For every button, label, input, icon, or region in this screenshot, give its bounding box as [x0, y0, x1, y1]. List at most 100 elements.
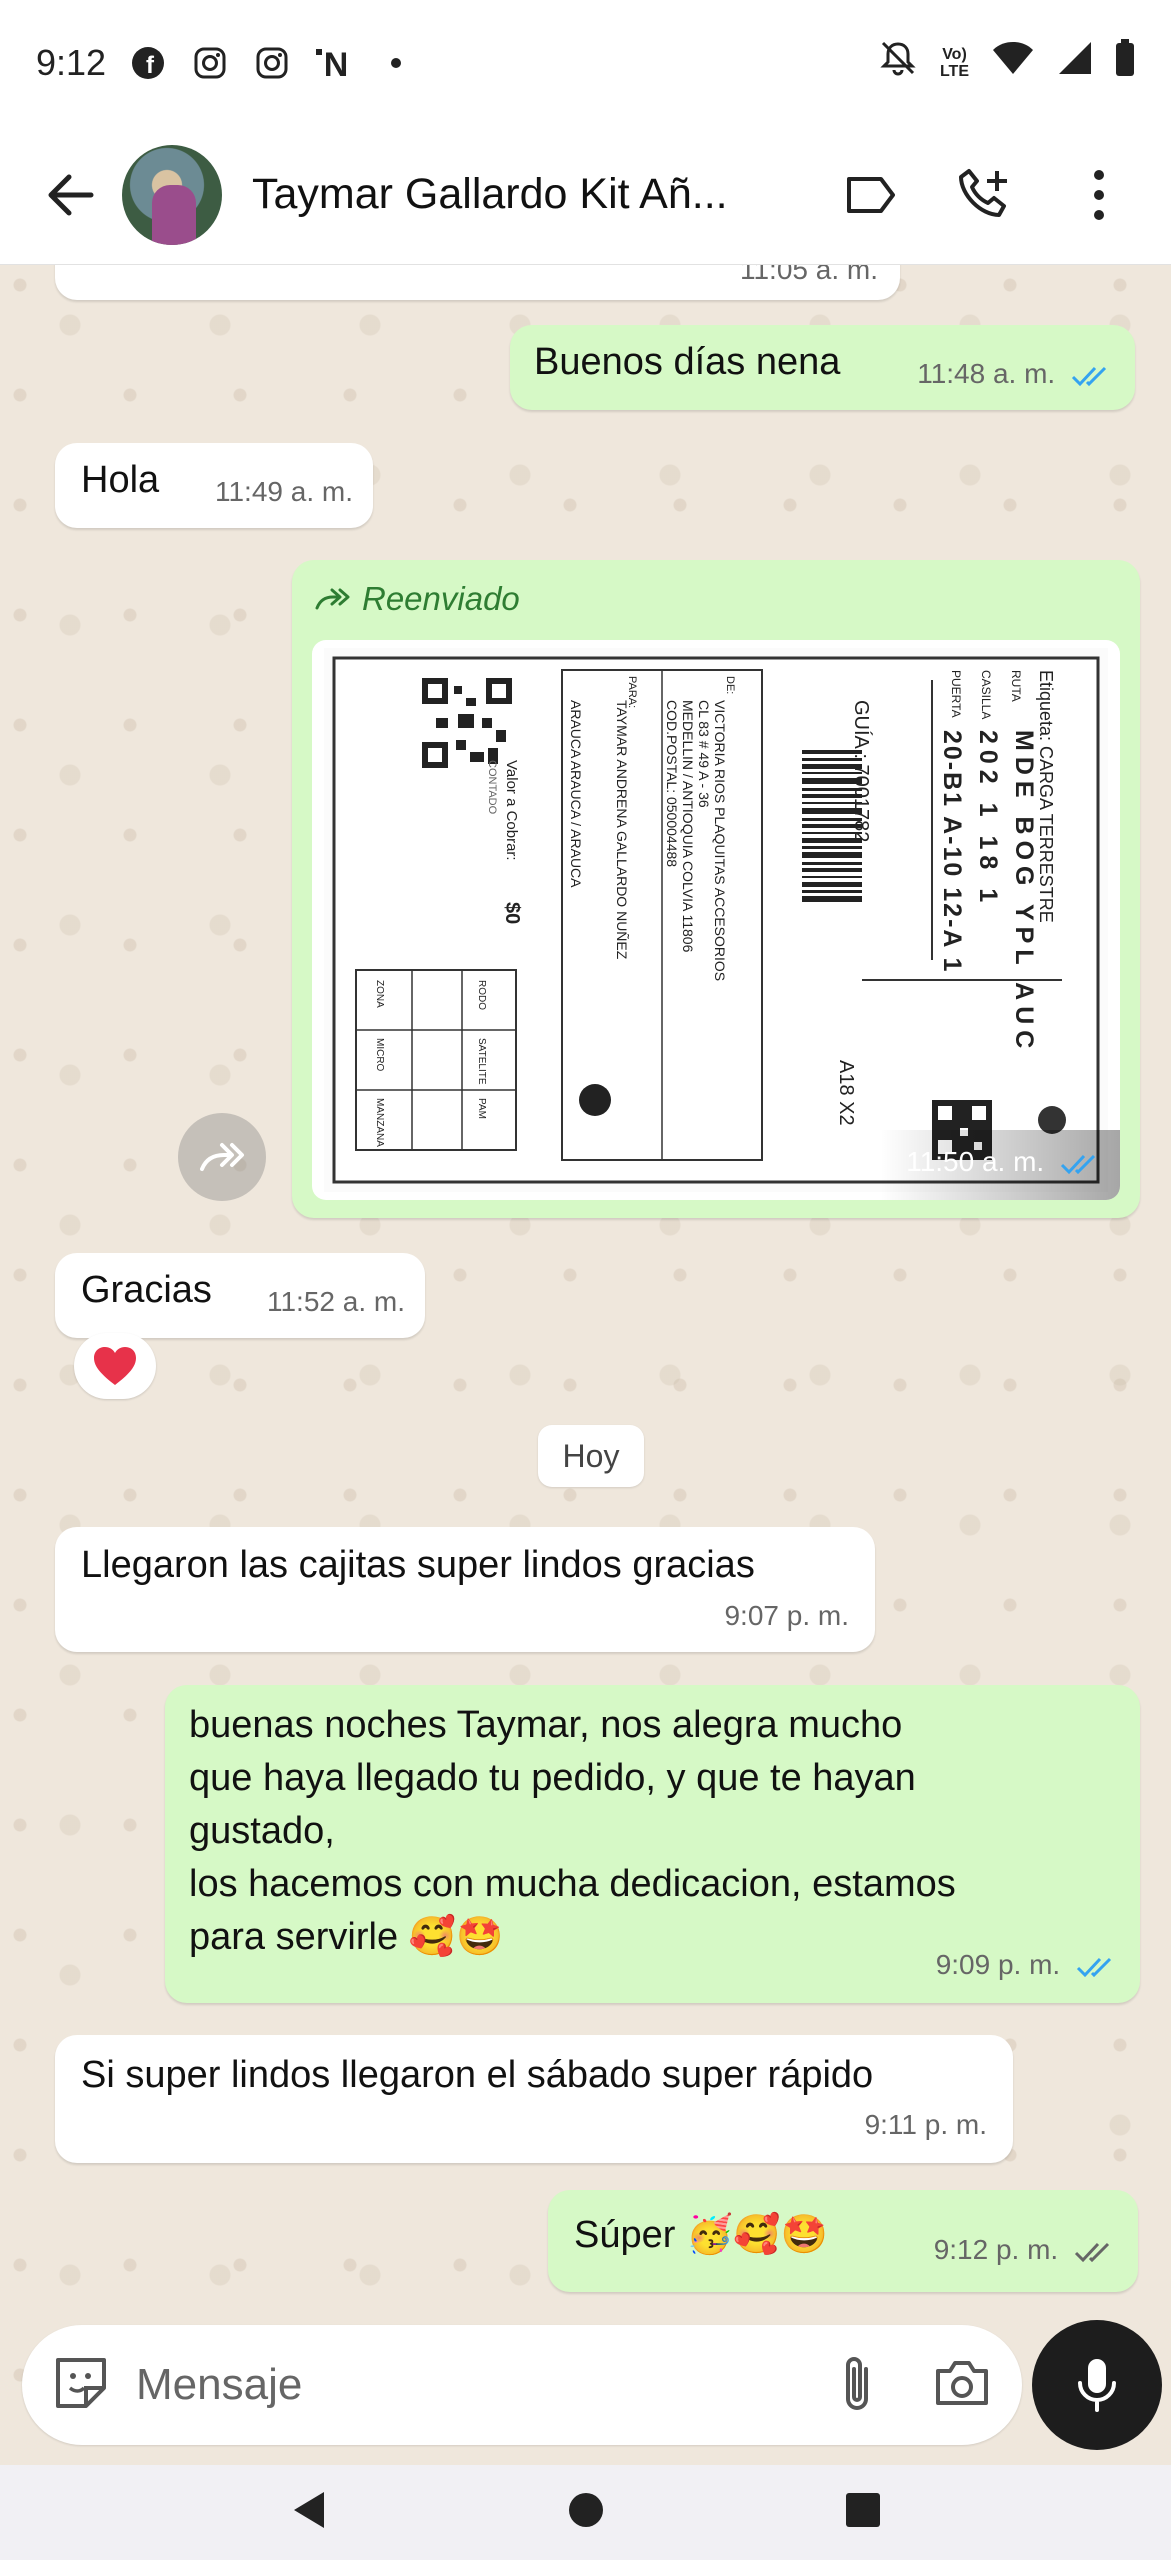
delivered-ticks-icon	[1074, 2242, 1110, 2262]
message-text: Buenos días nena	[534, 341, 841, 383]
message-time: 9:12 p. m.	[934, 2223, 1116, 2276]
message-time: 9:09 p. m.	[936, 1938, 1118, 1991]
composer-actions	[840, 2353, 992, 2418]
message-line: los hacemos con mucha dedicacion, estamo…	[189, 1863, 956, 1905]
message-text: Gracias	[81, 1269, 212, 1311]
message-text: Si super lindos llegaron el sábado super…	[81, 2054, 874, 2096]
message-time: 9:11 p. m.	[864, 2109, 987, 2140]
message-time: 11:05 a. m.	[739, 265, 878, 285]
battery-icon	[1115, 39, 1135, 86]
message-time: 11:52 a. m.	[266, 1286, 405, 1317]
message-text: buenas noches Taymar, nos alegra mucho q…	[189, 1699, 1116, 1964]
label-puerta-row: 20-B1 A-10 12-A 1	[938, 730, 966, 974]
message-line: gustado,	[189, 1810, 335, 1852]
date-chip: Hoy	[538, 1425, 644, 1487]
nav-back-button[interactable]	[290, 2490, 328, 2535]
heart-reaction-icon	[94, 1347, 136, 1385]
message-outgoing[interactable]: buenas noches Taymar, nos alegra mucho q…	[165, 1685, 1140, 2003]
message-incoming[interactable]: Gracias 11:52 a. m.	[55, 1253, 425, 1338]
label-button[interactable]	[839, 163, 903, 227]
back-button[interactable]	[30, 155, 110, 235]
label-code: A18 X2	[835, 1060, 857, 1126]
forward-icon	[200, 1143, 244, 1171]
message-outgoing[interactable]: Buenos días nena 11:48 a. m.	[510, 325, 1135, 410]
status-left: 9:12 f N	[36, 42, 416, 84]
volte-label-bottom: LTE	[939, 62, 969, 80]
message-time-text: 11:48 a. m.	[917, 358, 1056, 389]
message-time-text: 9:12 p. m.	[933, 2234, 1059, 2265]
chat-header: Taymar Gallardo Kit Añ...	[0, 125, 1171, 265]
label-de: DE:	[724, 676, 736, 695]
shipping-label-image[interactable]: Etiqueta: CARGA TERRESTRE RUTA CASILLA P…	[312, 640, 1120, 1200]
message-time: 11:50 a. m.	[906, 1135, 1102, 1188]
label-guia: GUÍA : 7001782	[850, 700, 872, 843]
add-call-button[interactable]	[953, 163, 1017, 227]
chat-area[interactable]: 11:05 a. m. Buenos días nena 11:48 a. m.…	[0, 265, 1171, 2465]
sticker-button[interactable]	[52, 2354, 110, 2417]
message-time: 9:07 p. m.	[724, 1600, 849, 1631]
more-vert-icon	[1094, 169, 1104, 220]
volte-label-top: Vo)	[942, 45, 967, 63]
nav-home-button[interactable]	[567, 2491, 605, 2534]
mic-icon	[1078, 2359, 1116, 2412]
label-contado: CONTADO	[486, 760, 498, 815]
message-incoming[interactable]: 11:05 a. m.	[55, 265, 900, 300]
instagram-icon	[190, 43, 230, 83]
attach-icon	[846, 2356, 868, 2410]
message-outgoing[interactable]: Súper 🥳🥰🤩 9:12 p. m.	[548, 2190, 1138, 2292]
message-time: 11:48 a. m.	[917, 347, 1113, 400]
label-route-grid: MDE BOG YPL AUC 202 1 18 1 20-B1 A-10 12…	[932, 730, 1052, 1054]
status-bar: 9:12 f N Vo) LTE	[0, 0, 1171, 125]
sticker-icon	[56, 2357, 106, 2408]
attach-button[interactable]	[840, 2353, 876, 2418]
message-input[interactable]: Mensaje	[136, 2360, 840, 2410]
nav-recents-button[interactable]	[844, 2491, 882, 2534]
status-right: Vo) LTE	[878, 38, 1135, 87]
message-line: buenas noches Taymar, nos alegra mucho	[189, 1704, 903, 1746]
label-valor-amount: $0	[501, 902, 523, 925]
message-incoming[interactable]: Hola 11:49 a. m.	[55, 443, 373, 528]
reaction-badge[interactable]	[74, 1333, 156, 1399]
home-circle-icon	[568, 2493, 603, 2527]
n-app-icon: N	[314, 43, 354, 83]
svg-text:N: N	[324, 46, 349, 80]
wifi-icon	[991, 40, 1035, 85]
forwarded-header: Reenviado	[314, 572, 520, 625]
message-text: Llegaron las cajitas super lindos gracia…	[81, 1544, 755, 1586]
message-line: que haya llegado tu pedido, y que te hay…	[189, 1757, 916, 1799]
dot-icon	[376, 43, 416, 83]
message-time-text: 11:50 a. m.	[906, 1146, 1045, 1177]
avatar[interactable]	[122, 144, 222, 245]
facebook-icon: f	[128, 43, 168, 83]
mute-icon	[878, 38, 918, 87]
label-icon	[847, 176, 895, 213]
message-composer[interactable]: Mensaje	[22, 2325, 1022, 2445]
forwarded-label: Reenviado	[362, 580, 520, 617]
more-options-button[interactable]	[1067, 163, 1131, 227]
camera-icon	[936, 2360, 988, 2405]
add-call-icon	[959, 168, 1007, 217]
instagram-icon	[252, 43, 292, 83]
svg-text:f: f	[146, 52, 155, 79]
forward-button[interactable]	[178, 1113, 266, 1201]
message-text: Súper 🥳🥰🤩	[574, 2214, 828, 2256]
signal-icon	[1057, 40, 1093, 85]
message-outgoing-image[interactable]: Reenviado Etiqueta: CARGA TERRESTRE RUTA…	[292, 560, 1140, 1218]
back-triangle-icon	[293, 2492, 324, 2528]
label-puerta-header: PUERTA	[949, 670, 963, 718]
status-time: 9:12	[36, 41, 107, 83]
volte-icon: Vo) LTE	[940, 46, 969, 80]
forwarded-icon	[315, 588, 350, 609]
message-text: Hola	[81, 459, 160, 501]
read-ticks-icon	[1071, 366, 1107, 386]
read-ticks-icon	[1076, 1957, 1112, 1977]
message-time: 11:49 a. m.	[214, 476, 353, 507]
contact-name[interactable]: Taymar Gallardo Kit Añ...	[252, 170, 772, 219]
header-actions	[839, 163, 1141, 227]
system-nav-bar	[0, 2465, 1171, 2560]
voice-record-button[interactable]	[1032, 2320, 1162, 2450]
message-incoming[interactable]: Llegaron las cajitas super lindos gracia…	[55, 1527, 875, 1652]
message-incoming[interactable]: Si super lindos llegaron el sábado super…	[55, 2035, 1013, 2163]
back-arrow-icon	[48, 174, 94, 215]
camera-button[interactable]	[932, 2357, 992, 2414]
